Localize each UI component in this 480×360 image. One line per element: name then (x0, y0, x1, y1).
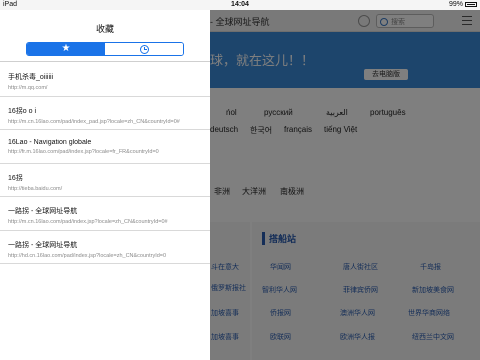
favorite-url: http://m.cn.16lao.com/pad/index.jsp?loca… (8, 219, 168, 225)
star-icon: ★ (61, 43, 71, 54)
tab-favorites[interactable]: ★ (27, 43, 105, 55)
favorite-url: http://tieba.baidu.com/ (8, 185, 63, 192)
favorite-url: http://fr.m.16lao.com/pad/index.jsp?loca… (8, 149, 159, 155)
favorite-title: 一路拐 - 全球网址导航 (8, 208, 78, 215)
favorites-header: 收藏 ★ (0, 10, 210, 62)
list-item[interactable]: 16Lao - Navigation globale http://fr.m.1… (0, 130, 210, 164)
battery-percent: 99% (448, 1, 463, 8)
favorite-title: 16Lao - Navigation globale (8, 139, 92, 146)
favorite-title: 16拐 (8, 174, 23, 182)
battery-icon (465, 2, 477, 7)
battery-status: 99% (449, 1, 477, 8)
favorite-title: 一路拐 - 全球网址导航 (8, 241, 78, 249)
list-item[interactable]: 16拐 http://tieba.baidu.com/ (0, 164, 210, 197)
list-item[interactable]: 手机杀毒_oiiiiii http://m.qq.com/ (0, 63, 210, 97)
list-item[interactable]: 一路拐 - 全球网址导航 http://hd.cn.16lao.com/pad/… (0, 231, 210, 264)
favorite-title: 手机杀毒_oiiiiii (8, 74, 54, 81)
favorites-list: 手机杀毒_oiiiiii http://m.qq.com/ 16拐o o i h… (0, 63, 210, 264)
clock-icon (139, 44, 149, 54)
favorites-panel: 收藏 ★ 手机杀毒_oiiiiii http://m.qq.com/ 16拐o … (0, 10, 210, 360)
status-bar: iPad 14:04 99% (0, 0, 480, 10)
favorite-url: http://m.cn.16lao.com/pad/index_pad.jsp?… (8, 118, 180, 125)
list-item[interactable]: 16拐o o i http://m.cn.16lao.com/pad/index… (0, 97, 210, 130)
favorite-url: http://m.qq.com/ (8, 85, 48, 91)
favorites-history-toggle: ★ (26, 42, 184, 56)
favorites-title: 收藏 (95, 24, 114, 34)
list-item[interactable]: 一路拐 - 全球网址导航 http://m.cn.16lao.com/pad/i… (0, 197, 210, 231)
favorite-title: 16拐o o i (8, 107, 37, 115)
tab-history[interactable] (105, 43, 183, 55)
clock: 14:04 (231, 1, 249, 8)
favorite-url: http://hd.cn.16lao.com/pad/index.jsp?loc… (8, 252, 167, 259)
